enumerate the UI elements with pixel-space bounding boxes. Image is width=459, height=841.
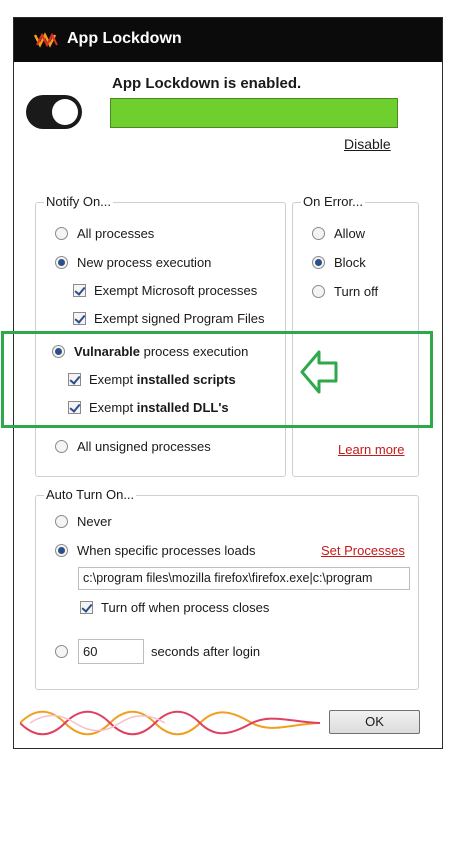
lockdown-toggle[interactable] [26,95,82,129]
all-processes-label: All processes [77,226,155,241]
notify-on-label: Notify On... [44,194,114,209]
turn-off-closes-checkbox[interactable] [80,601,93,614]
error-turn-off-radio[interactable] [312,285,325,298]
exempt-microsoft-label: Exempt Microsoft processes [94,283,258,298]
wave-decoration-icon [20,710,321,736]
all-unsigned-radio[interactable] [55,440,68,453]
turn-off-closes-label: Turn off when process closes [101,600,270,615]
new-process-label: New process execution [77,255,212,270]
status-bar [110,98,398,128]
set-processes-link[interactable]: Set Processes [321,543,405,558]
error-block-label: Block [334,255,366,270]
highlight-box [1,331,433,428]
auto-never-option[interactable]: Never [55,514,112,529]
error-allow-radio[interactable] [312,227,325,240]
auto-seconds-option[interactable] [55,645,77,658]
auto-seconds-radio[interactable] [55,645,68,658]
exempt-microsoft-option[interactable]: Exempt Microsoft processes [73,283,257,298]
error-allow-label: Allow [334,226,366,241]
disable-link[interactable]: Disable [344,136,391,152]
all-processes-option[interactable]: All processes [55,226,154,241]
turn-off-closes-option[interactable]: Turn off when process closes [80,600,269,615]
auto-specific-label: When specific processes loads [77,543,256,558]
auto-turn-on-label: Auto Turn On... [44,487,137,502]
new-process-option[interactable]: New process execution [55,255,211,270]
all-processes-radio[interactable] [55,227,68,240]
auto-never-radio[interactable] [55,515,68,528]
learn-more-link[interactable]: Learn more [338,442,404,457]
on-error-label: On Error... [301,194,365,209]
auto-specific-option[interactable]: When specific processes loads [55,543,255,558]
app-logo-icon [34,32,58,48]
process-path-input[interactable]: c:\program files\mozilla firefox\firefox… [78,567,410,590]
auto-never-label: Never [77,514,112,529]
status-text: App Lockdown is enabled. [112,75,302,92]
exempt-microsoft-checkbox[interactable] [73,284,86,297]
error-turn-off-option[interactable]: Turn off [312,284,378,299]
error-block-option[interactable]: Block [312,255,366,270]
window-title: App Lockdown [67,30,182,47]
error-block-radio[interactable] [312,256,325,269]
auto-specific-radio[interactable] [55,544,68,557]
exempt-signed-checkbox[interactable] [73,312,86,325]
exempt-signed-option[interactable]: Exempt signed Program Files [73,311,265,326]
toggle-knob [52,99,78,125]
seconds-input[interactable]: 60 [78,639,144,664]
exempt-signed-label: Exempt signed Program Files [94,311,265,326]
error-allow-option[interactable]: Allow [312,226,365,241]
new-process-radio[interactable] [55,256,68,269]
error-turn-off-label: Turn off [334,284,379,299]
seconds-label: seconds after login [151,644,261,659]
all-unsigned-label: All unsigned processes [77,439,211,454]
left-arrow-icon [300,350,338,394]
title-bar: App Lockdown [14,18,442,62]
ok-button[interactable]: OK [329,710,420,734]
all-unsigned-option[interactable]: All unsigned processes [55,439,211,454]
